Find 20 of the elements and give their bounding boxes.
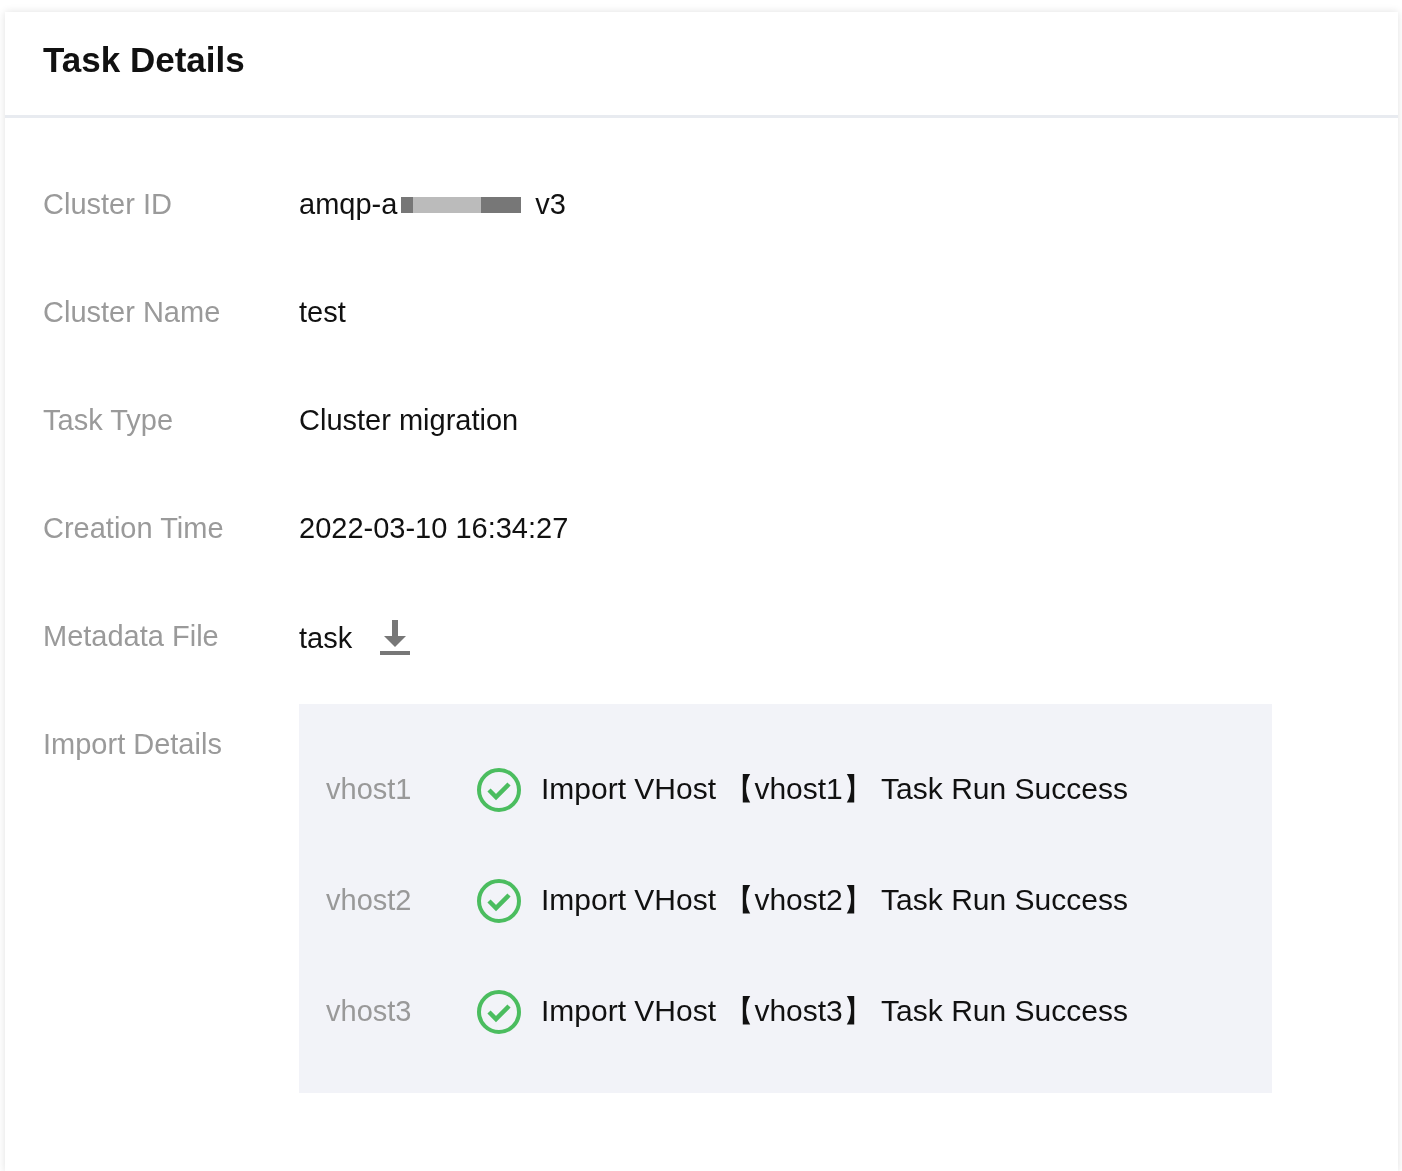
field-label: Cluster Name <box>43 296 222 329</box>
field-label: Task Type <box>43 404 175 437</box>
field-value: 2022-03-10 16:34:27 <box>299 512 569 545</box>
panel-title: Task Details <box>43 40 245 80</box>
field-label: Creation Time <box>43 512 225 545</box>
status-message: Import VHost 【vhost1】 Task Run Success <box>541 771 1128 807</box>
download-icon[interactable] <box>380 620 411 656</box>
field-label: Metadata File <box>43 620 220 653</box>
field-value: amqp-a <box>299 188 398 221</box>
vhost-name: vhost3 <box>326 995 413 1028</box>
field-label: Cluster ID <box>43 188 173 221</box>
vhost-name: vhost2 <box>326 884 413 917</box>
field-label: Import Details <box>43 728 223 761</box>
status-message: Import VHost 【vhost2】 Task Run Success <box>541 882 1128 918</box>
vhost-name: vhost1 <box>326 773 413 806</box>
field-value: v3 <box>535 188 566 221</box>
file-name: task <box>299 621 353 655</box>
field-value: test <box>299 296 346 329</box>
status-message: Import VHost 【vhost3】 Task Run Success <box>541 993 1128 1029</box>
field-value: Cluster migration <box>299 404 519 437</box>
